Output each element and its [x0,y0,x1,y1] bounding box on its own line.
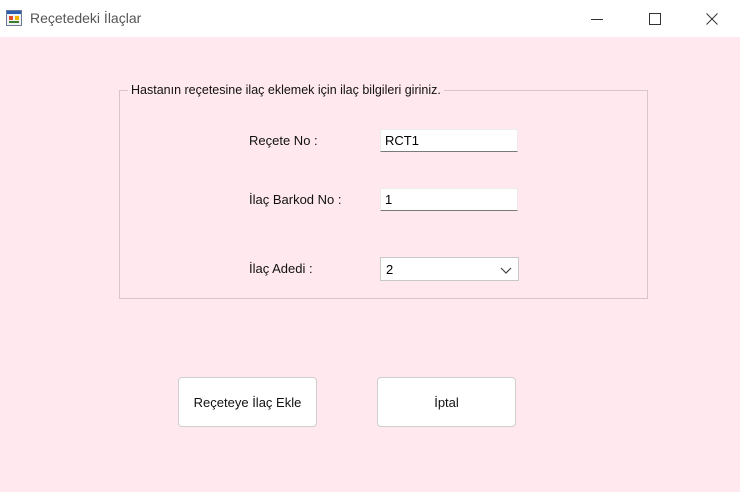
group-caption: Hastanın reçetesine ilaç eklemek için il… [128,82,444,98]
maximize-button[interactable] [626,0,684,37]
maximize-icon [649,12,661,25]
ilac-adedi-label: İlaç Adedi : [249,261,313,276]
windows-form-icon [6,10,22,26]
chevron-down-icon [500,267,512,274]
title-bar[interactable]: Reçetedeki İlaçlar [0,0,740,37]
close-button[interactable] [684,0,740,37]
ilac-adedi-value: 2 [386,262,394,277]
recete-no-input[interactable]: RCT1 [380,129,518,152]
window-title: Reçetedeki İlaçlar [30,10,142,26]
recete-no-label: Reçete No : [249,133,318,148]
add-medicine-button[interactable]: Reçeteye İlaç Ekle [178,377,317,427]
cancel-button[interactable]: İptal [377,377,516,427]
minimize-icon [591,18,603,20]
minimize-button[interactable] [568,0,626,37]
app-window: Reçetedeki İlaçlar Hastanın reçetesine i… [0,0,740,492]
barkod-no-label: İlaç Barkod No : [249,192,342,207]
ilac-adedi-select[interactable]: 2 [380,257,519,281]
barkod-no-input[interactable]: 1 [380,188,518,211]
close-icon [706,12,718,25]
